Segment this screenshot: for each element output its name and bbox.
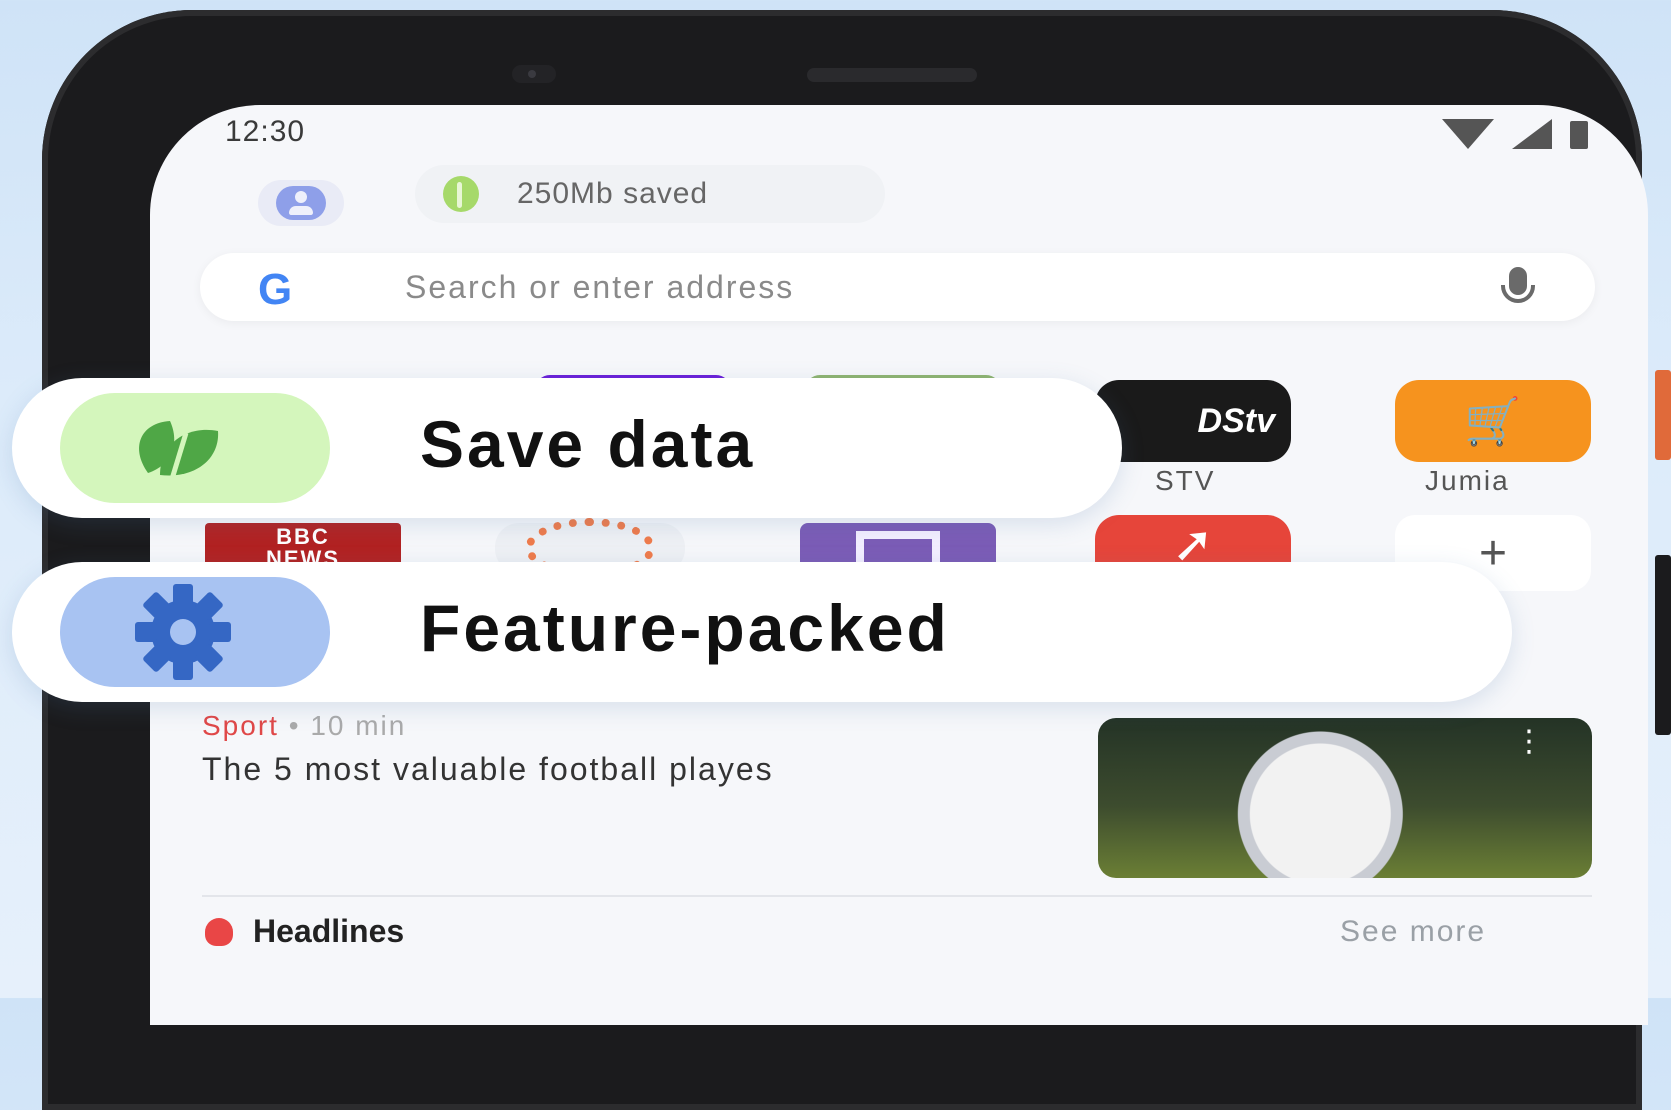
earpiece-speaker (807, 68, 977, 82)
gear-icon (135, 584, 231, 680)
data-saved-label: 250Mb saved (517, 177, 709, 210)
profile-icon (276, 186, 326, 220)
bbc-logo-line-1: BBC (276, 524, 330, 549)
profile-button[interactable] (258, 180, 344, 226)
battery-icon (1570, 121, 1588, 149)
front-camera (512, 65, 556, 83)
news-category: Sport (202, 710, 279, 741)
speed-dial-dstv[interactable]: DStv (1095, 380, 1291, 462)
headlines-header: Headlines (205, 913, 404, 950)
news-title[interactable]: The 5 most valuable football playes (202, 750, 1002, 788)
news-meta: Sport • 10 min (202, 710, 406, 742)
callout-title: Feature-packed (420, 591, 950, 665)
side-button-power (1655, 370, 1671, 460)
data-savings-badge[interactable]: 250Mb saved (415, 165, 885, 223)
microphone-icon[interactable] (1501, 267, 1535, 303)
speed-dial-jumia[interactable]: 🛒 (1395, 380, 1591, 462)
flame-icon (205, 917, 233, 946)
callout-badge (60, 393, 330, 503)
callout-save-data: Save data (12, 378, 1122, 518)
search-input[interactable]: Search or enter address (405, 269, 794, 306)
wifi-icon (1442, 119, 1494, 149)
status-icons (1442, 119, 1588, 149)
callout-title: Save data (420, 407, 756, 481)
search-bar[interactable]: G Search or enter address (200, 253, 1595, 321)
news-time: 10 min (310, 710, 407, 741)
dstv-logo: DStv (1197, 401, 1275, 440)
signal-icon (1512, 119, 1552, 149)
news-separator: • (288, 710, 301, 741)
status-time: 12:30 (225, 115, 306, 148)
shopping-cart-star-icon: 🛒 (1464, 394, 1522, 447)
more-options-icon[interactable]: ⋮ (1514, 727, 1544, 757)
side-button-volume (1655, 555, 1671, 735)
google-icon: G (258, 265, 293, 314)
leaf-icon (443, 176, 479, 212)
headlines-title: Headlines (253, 913, 405, 949)
speed-dial-label-jumia: Jumia (1425, 465, 1510, 496)
leaf-icon (139, 421, 219, 480)
divider (202, 895, 1592, 897)
callout-badge (60, 577, 330, 687)
news-thumbnail[interactable]: ⋮ (1098, 718, 1592, 878)
phone-frame: 12:30 250Mb saved G Search or enter addr… (42, 10, 1648, 1110)
see-more-link[interactable]: See more (1340, 915, 1486, 949)
speed-dial-label-dstv: STV (1155, 465, 1216, 496)
callout-feature-packed: Feature-packed (12, 562, 1512, 702)
add-icon: + (1478, 526, 1508, 580)
